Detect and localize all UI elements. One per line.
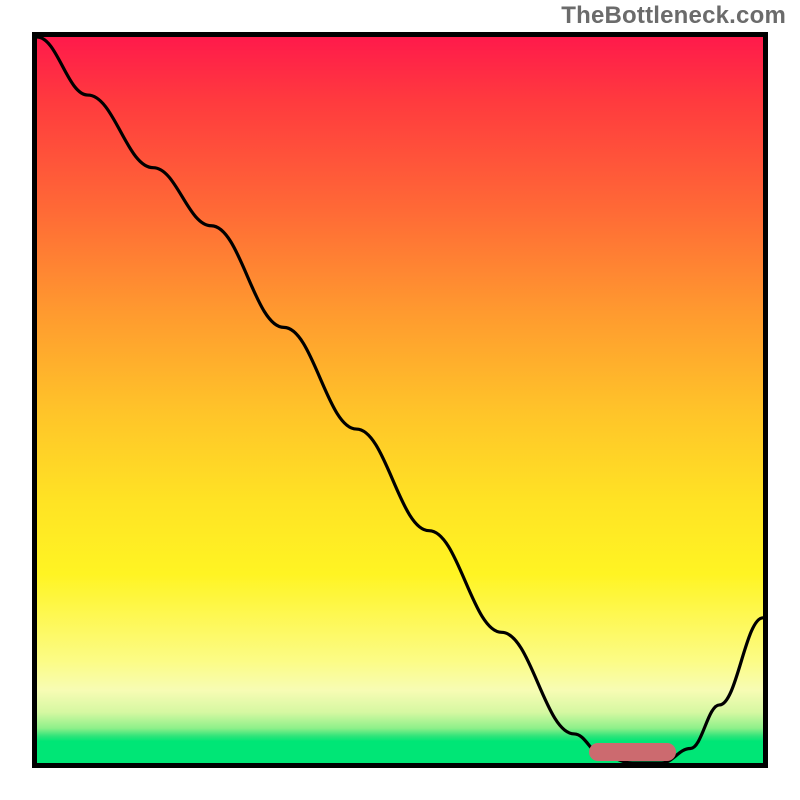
plot-area <box>37 37 763 763</box>
chart-stage: TheBottleneck.com <box>0 0 800 800</box>
plot-frame <box>32 32 768 768</box>
optimal-range-marker <box>589 743 676 761</box>
bottleneck-curve <box>37 37 763 763</box>
watermark-text: TheBottleneck.com <box>561 2 786 30</box>
